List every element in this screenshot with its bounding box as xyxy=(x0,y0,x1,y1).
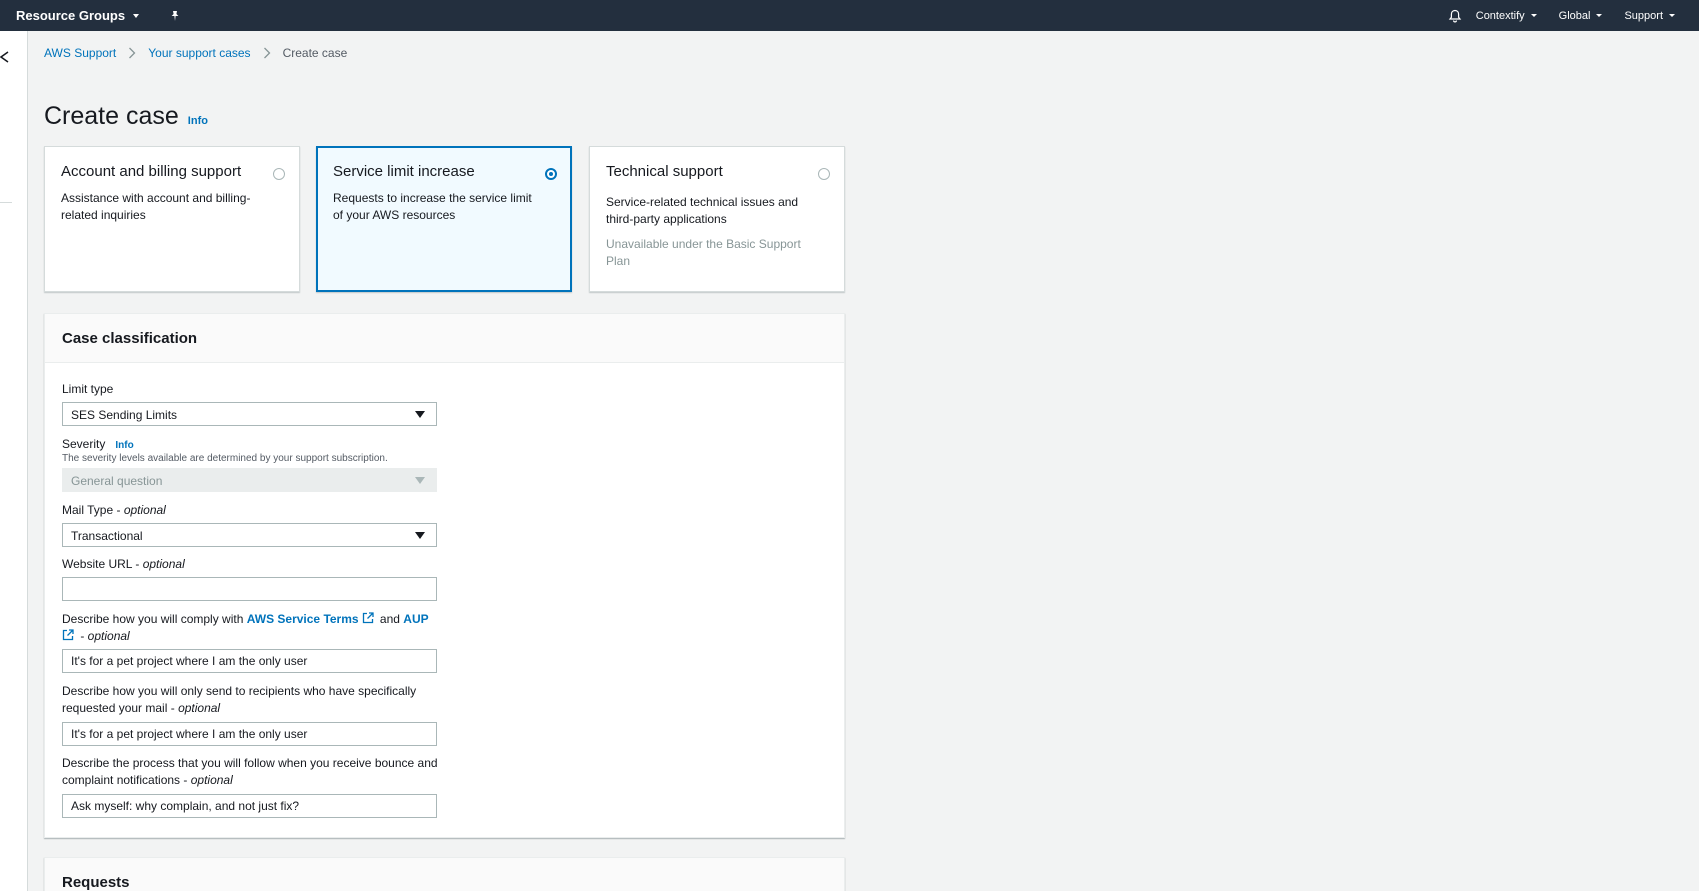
side-navigation-collapsed xyxy=(0,31,28,891)
breadcrumb-aws-support[interactable]: AWS Support xyxy=(44,46,116,60)
optional-text: optional xyxy=(178,701,221,715)
limit-type-select[interactable]: SES Sending Limits xyxy=(62,402,437,426)
mail-type-select[interactable]: Transactional xyxy=(62,523,437,547)
website-url-input[interactable] xyxy=(62,577,437,601)
limit-type-label: Limit type xyxy=(62,382,114,396)
radio-technical-support[interactable] xyxy=(818,168,830,180)
tile-title: Account and billing support xyxy=(61,163,242,180)
support-menu[interactable]: Support xyxy=(1624,10,1675,22)
chevron-right-icon xyxy=(263,47,271,59)
resource-groups-label: Resource Groups xyxy=(16,8,126,23)
recipients-label-text: Describe how you will only send to recip… xyxy=(62,684,417,715)
chevron-right-icon xyxy=(128,47,136,59)
comply-input[interactable] xyxy=(62,649,437,673)
recipients-input[interactable] xyxy=(62,722,437,746)
website-url-label-text: Website URL - xyxy=(62,557,143,571)
account-menu-label: Contextify xyxy=(1475,9,1525,22)
severity-description: The severity levels available are determ… xyxy=(62,453,388,464)
tile-description: Service-related technical issues and thi… xyxy=(606,195,799,226)
requests-header: Requests xyxy=(62,874,130,891)
mail-type-label-text: Mail Type - xyxy=(62,503,124,517)
comply-suffix-text: - xyxy=(77,629,88,643)
optional-text: optional xyxy=(190,773,233,787)
comply-label-text: Describe how you will comply with xyxy=(62,612,247,626)
caret-down-icon xyxy=(415,532,425,539)
bounce-label-text: Describe the process that you will follo… xyxy=(62,756,438,787)
comply-and-text: and xyxy=(376,612,404,626)
tile-unavailable-note: Unavailable under the Basic Support Plan xyxy=(606,237,801,268)
case-classification-panel: Case classification Limit type SES Sendi… xyxy=(44,313,845,838)
region-menu-label: Global xyxy=(1558,9,1591,22)
recipients-label: Describe how you will only send to recip… xyxy=(62,683,442,717)
external-link-icon[interactable] xyxy=(362,612,374,624)
severity-label: Severity Info xyxy=(62,436,442,454)
mail-type-label: Mail Type - optional xyxy=(62,502,442,519)
breadcrumb-current: Create case xyxy=(282,46,348,60)
region-menu[interactable]: Global xyxy=(1559,10,1603,22)
tile-technical-support[interactable]: Technical support Service-related techni… xyxy=(589,146,845,292)
aup-link[interactable]: AUP xyxy=(403,612,428,626)
bell-icon[interactable] xyxy=(1448,9,1462,23)
bounce-label: Describe the process that you will follo… xyxy=(62,755,442,789)
radio-account-billing[interactable] xyxy=(273,168,285,180)
tile-account-billing[interactable]: Account and billing support Assistance w… xyxy=(44,146,300,292)
optional-text: optional xyxy=(123,503,166,517)
panel-header: Case classification xyxy=(45,314,844,363)
divider xyxy=(0,202,12,203)
limit-type-value: SES Sending Limits xyxy=(71,408,178,422)
severity-label-text: Severity xyxy=(62,437,106,451)
severity-select: General question xyxy=(62,468,437,492)
severity-info-link[interactable]: Info xyxy=(115,440,133,451)
severity-value: General question xyxy=(71,474,163,488)
close-icon[interactable] xyxy=(0,50,12,64)
breadcrumb: AWS Support Your support cases Create ca… xyxy=(44,46,347,60)
page-title: Create case Info xyxy=(44,102,208,131)
bounce-input[interactable] xyxy=(62,794,437,818)
website-url-label: Website URL - optional xyxy=(62,556,442,573)
chevron-down-icon xyxy=(133,13,140,18)
tile-service-limit-increase[interactable]: Service limit increase Requests to incre… xyxy=(316,146,572,292)
chevron-down-icon xyxy=(1530,14,1537,17)
account-menu[interactable]: Contextify xyxy=(1476,10,1537,22)
tile-description: Requests to increase the service limit o… xyxy=(333,191,532,222)
tile-title: Service limit increase xyxy=(333,163,475,180)
pin-icon[interactable] xyxy=(169,10,181,22)
resource-groups-menu[interactable]: Resource Groups xyxy=(16,8,140,23)
breadcrumb-your-support-cases[interactable]: Your support cases xyxy=(148,46,250,60)
mail-type-value: Transactional xyxy=(71,529,143,543)
support-menu-label: Support xyxy=(1624,9,1663,22)
comply-label: Describe how you will comply with AWS Se… xyxy=(62,611,442,645)
optional-text: optional xyxy=(142,557,185,571)
optional-text: optional xyxy=(87,629,130,643)
external-link-icon[interactable] xyxy=(62,629,74,641)
aws-service-terms-link[interactable]: AWS Service Terms xyxy=(247,612,359,626)
page-title-text: Create case xyxy=(44,102,179,130)
chevron-down-icon xyxy=(1596,14,1603,17)
caret-down-icon xyxy=(415,411,425,418)
tile-description: Assistance with account and billing-rela… xyxy=(61,191,251,222)
info-link[interactable]: Info xyxy=(188,115,208,127)
top-navigation: Resource Groups Contextify Global Suppor… xyxy=(0,0,1699,31)
requests-panel: Requests xyxy=(44,857,845,891)
caret-down-icon xyxy=(415,477,425,484)
chevron-down-icon xyxy=(1669,14,1675,17)
tile-title: Technical support xyxy=(606,163,723,180)
radio-service-limit-increase[interactable] xyxy=(545,168,557,180)
